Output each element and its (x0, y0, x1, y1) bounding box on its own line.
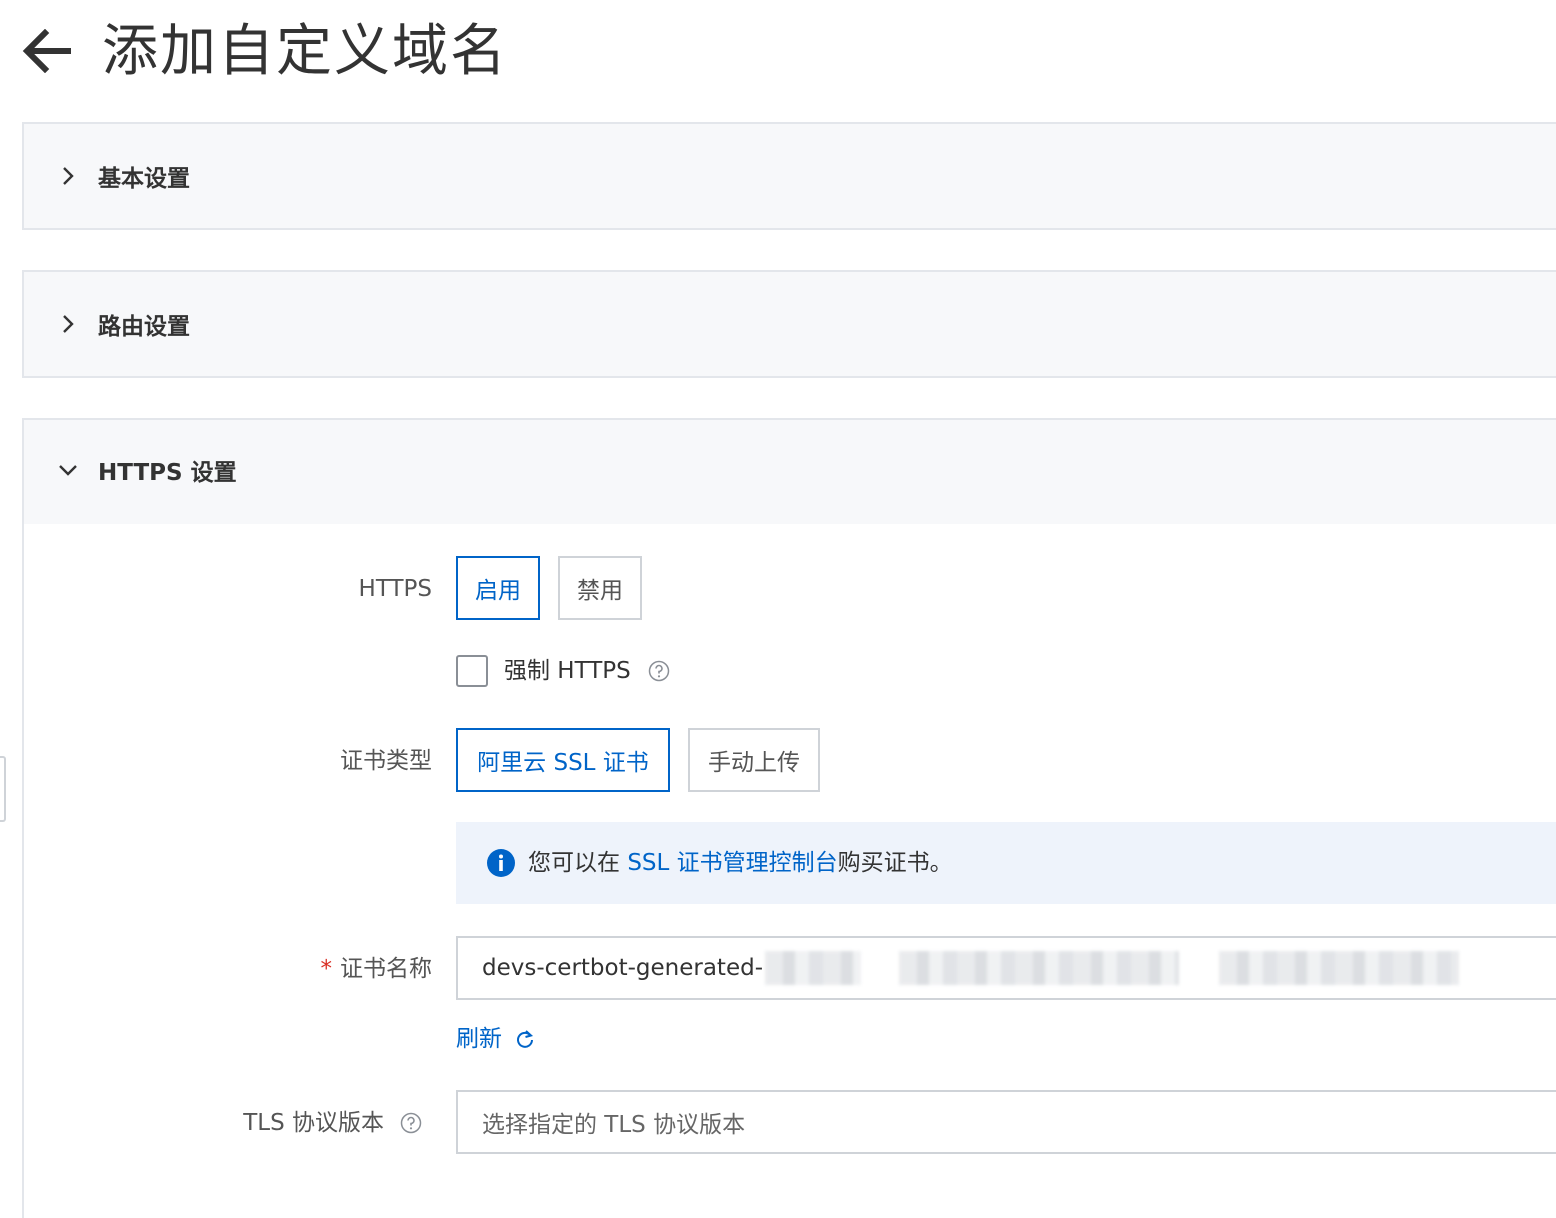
force-https-label: 强制 HTTPS (504, 658, 631, 684)
panel-route-settings-title: 路由设置 (98, 314, 190, 340)
panel-https-settings-header[interactable]: HTTPS 设置 (24, 420, 1556, 524)
info-icon (487, 849, 515, 877)
info-suffix: 购买证书。 (837, 850, 953, 876)
page-header: 添加自定义域名 (0, 0, 1556, 110)
https-enable-button[interactable]: 启用 (456, 556, 540, 620)
chevron-right-icon (58, 314, 78, 334)
arrow-left-icon (22, 29, 71, 73)
side-drawer-handle[interactable] (0, 756, 6, 822)
ssl-console-link[interactable]: SSL 证书管理控制台 (627, 850, 837, 876)
required-marker: * (320, 956, 333, 982)
refresh-label: 刷新 (456, 1026, 502, 1052)
redacted-text (899, 951, 1179, 985)
help-icon[interactable] (648, 660, 670, 682)
tls-version-select[interactable]: 选择指定的 TLS 协议版本 (456, 1090, 1556, 1154)
force-https-checkbox[interactable] (456, 655, 488, 687)
refresh-icon (514, 1028, 536, 1050)
tls-version-label: TLS 协议版本 (220, 1106, 430, 1140)
redacted-text (765, 951, 861, 985)
redacted-text (1219, 951, 1459, 985)
panel-basic-settings: 基本设置 (22, 122, 1556, 230)
panel-basic-settings-header[interactable]: 基本设置 (24, 124, 1556, 228)
tls-version-label-text: TLS 协议版本 (243, 1110, 384, 1136)
https-disable-button[interactable]: 禁用 (558, 556, 642, 620)
cert-name-label: * 证书名称 (280, 952, 433, 986)
page-title: 添加自定义域名 (102, 19, 508, 84)
cert-name-input[interactable]: devs-certbot-generated- (456, 936, 1556, 1000)
tls-version-placeholder: 选择指定的 TLS 协议版本 (482, 1112, 746, 1138)
panel-route-settings: 路由设置 (22, 270, 1556, 378)
info-banner: 您可以在 SSL 证书管理控制台购买证书。 (456, 822, 1556, 904)
cert-type-aliyun-button[interactable]: 阿里云 SSL 证书 (456, 728, 670, 792)
chevron-right-icon (58, 166, 78, 186)
help-icon[interactable] (400, 1112, 422, 1134)
info-prefix: 您可以在 (528, 850, 628, 876)
back-button[interactable] (18, 22, 76, 80)
chevron-down-icon (58, 460, 78, 480)
panel-basic-settings-title: 基本设置 (98, 166, 190, 192)
cert-name-value: devs-certbot-generated- (482, 955, 763, 981)
info-text: 您可以在 SSL 证书管理控制台购买证书。 (528, 844, 953, 882)
panel-https-settings-title: HTTPS 设置 (98, 460, 237, 486)
https-label: HTTPS (358, 576, 432, 602)
cert-type-manual-button[interactable]: 手动上传 (688, 728, 820, 792)
cert-type-label: 证书类型 (340, 748, 432, 774)
refresh-button[interactable]: 刷新 (456, 1022, 536, 1056)
panel-route-settings-header[interactable]: 路由设置 (24, 272, 1556, 376)
cert-name-label-text: 证书名称 (340, 956, 432, 982)
